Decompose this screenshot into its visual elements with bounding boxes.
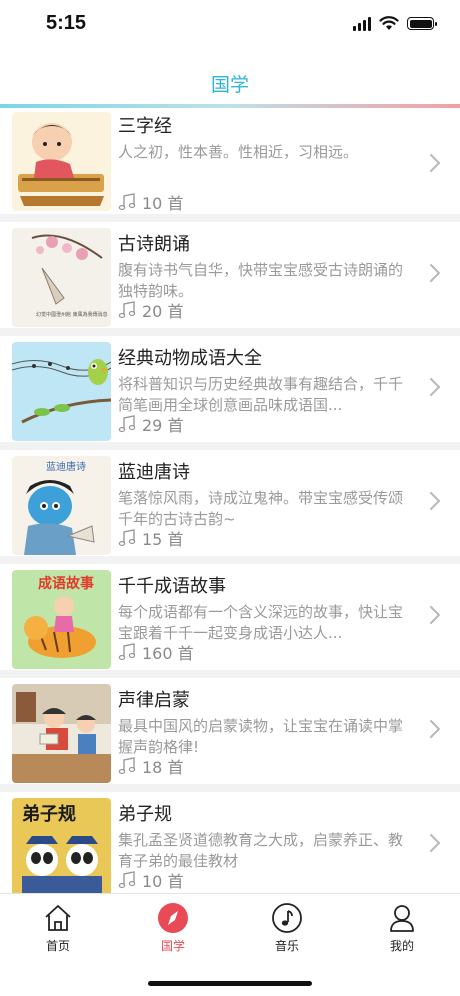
status-icons [353,16,437,31]
item-title: 经典动物成语大全 [118,348,262,369]
nav-bar: 国学 [0,50,460,108]
music-note-icon [118,643,136,661]
list-item[interactable]: 经典动物成语大全 将科普知识与历史经典故事有趣结合，千千简笔画用全球创意画品味成… [0,336,460,442]
item-thumbnail: 蓝迪唐诗 [12,456,111,555]
item-description: 腹有诗书气自华，快带宝宝感受古诗朗诵的独特韵味。 [118,261,403,300]
chevron-right-icon [430,492,441,510]
status-time: 5:15 [46,12,87,34]
item-description: 笔落惊风雨，诗成泣鬼神。带宝宝感受传颂千年的古诗古韵~ [118,489,403,528]
tab-home[interactable]: 首页 [28,902,88,954]
tab-guoxue[interactable]: 国学 [143,902,203,954]
item-thumbnail: 幻觉中國澄州館 東風為我傳消息 [12,228,111,327]
chevron-right-icon [430,834,441,852]
tab-bar: 首页 国学 音乐 我的 [0,893,460,996]
chevron-right-icon [430,378,441,396]
music-note-icon [118,193,136,211]
cellular-signal-icon [353,16,371,31]
battery-icon [407,17,437,30]
list-item[interactable]: 三字经 人之初，性本善。性相近，习相远。 10 首 [0,108,460,214]
chevron-right-icon [430,154,441,172]
tab-label: 国学 [160,939,185,953]
item-description: 最具中国风的启蒙读物，让宝宝在诵读中掌握声韵格律! [118,717,403,756]
music-note-icon [118,301,136,319]
item-count-text: 10 首 [142,194,184,213]
item-count: 18 首 [118,754,183,778]
tab-mine[interactable]: 我的 [372,902,432,954]
item-thumbnail: 成语故事 [12,570,111,669]
item-count: 29 首 [118,412,183,436]
tab-music[interactable]: 音乐 [257,902,317,954]
person-icon [390,905,414,932]
music-note-icon [118,529,136,547]
thumb-caption: 弟子规 [22,803,76,825]
item-thumbnail: 弟子规 [12,798,111,893]
item-description: 将科普知识与历史经典故事有趣结合，千千简笔画用全球创意画品味成语国... [118,375,403,414]
item-count-text: 20 首 [142,302,184,321]
chevron-right-icon [430,264,441,282]
home-icon [45,905,71,931]
item-title: 蓝迪唐诗 [118,462,190,483]
music-note-icon [272,903,302,933]
item-count: 10 首 [118,190,183,214]
item-title: 古诗朗诵 [118,234,190,255]
item-title: 弟子规 [118,804,172,825]
music-note-icon [118,415,136,433]
item-count-text: 29 首 [142,416,184,435]
item-count-text: 18 首 [142,758,184,777]
item-description: 人之初，性本善。性相近，习相远。 [118,143,359,161]
list-item[interactable]: 蓝迪唐诗 蓝迪唐诗 笔落惊风雨，诗成泣鬼神。带宝宝感受传颂千年的古诗古韵~ 15… [0,450,460,556]
list-item[interactable]: 声律启蒙 最具中国风的启蒙读物，让宝宝在诵读中掌握声韵格律! 18 首 [0,678,460,784]
tab-label: 首页 [45,939,70,953]
item-count-text: 160 首 [142,644,194,663]
list-item[interactable]: 成语故事 千千成语故事 每个成语都有一个含义深远的故事，快让宝宝跟着千千一起变身… [0,564,460,670]
item-count: 160 首 [118,640,194,664]
item-thumbnail [12,342,111,441]
compass-icon [158,903,188,933]
tab-label: 我的 [389,939,414,953]
thumb-caption: 幻觉中國澄州館 東風為我傳消息 [36,311,108,318]
chevron-right-icon [430,720,441,738]
chevron-right-icon [430,606,441,624]
item-title: 千千成语故事 [118,576,226,597]
item-count: 10 首 [118,868,183,892]
wifi-icon [379,16,399,30]
item-title: 声律启蒙 [118,690,190,711]
list-item[interactable]: 幻觉中國澄州館 東風為我傳消息 古诗朗诵 腹有诗书气自华，快带宝宝感受古诗朗诵的… [0,222,460,328]
item-description: 集孔孟圣贤道德教育之大成，启蒙养正、教育子弟的最佳教材 [118,831,403,870]
list-item[interactable]: 弟子规 弟子规 集孔孟圣贤道德教育之大成，启蒙养正、教育子弟的最佳教材 10 首 [0,792,460,893]
tab-label: 音乐 [274,939,299,953]
item-count-text: 15 首 [142,530,184,549]
item-count: 15 首 [118,526,183,550]
music-note-icon [118,871,136,889]
music-note-icon [118,757,136,775]
item-thumbnail [12,112,111,211]
page-title: 国学 [210,74,249,96]
item-description: 每个成语都有一个含义深远的故事，快让宝宝跟着千千一起变身成语小达人... [118,603,403,642]
item-count: 20 首 [118,298,183,322]
item-count-text: 10 首 [142,872,184,891]
thumb-caption: 蓝迪唐诗 [46,460,86,473]
thumb-caption: 成语故事 [38,575,94,592]
item-title: 三字经 [118,116,172,137]
item-thumbnail [12,684,111,783]
status-bar: 5:15 [0,0,460,50]
home-indicator [148,981,312,986]
course-list[interactable]: 三字经 人之初，性本善。性相近，习相远。 10 首 幻觉中國澄州館 東風為我傳消… [0,108,460,893]
